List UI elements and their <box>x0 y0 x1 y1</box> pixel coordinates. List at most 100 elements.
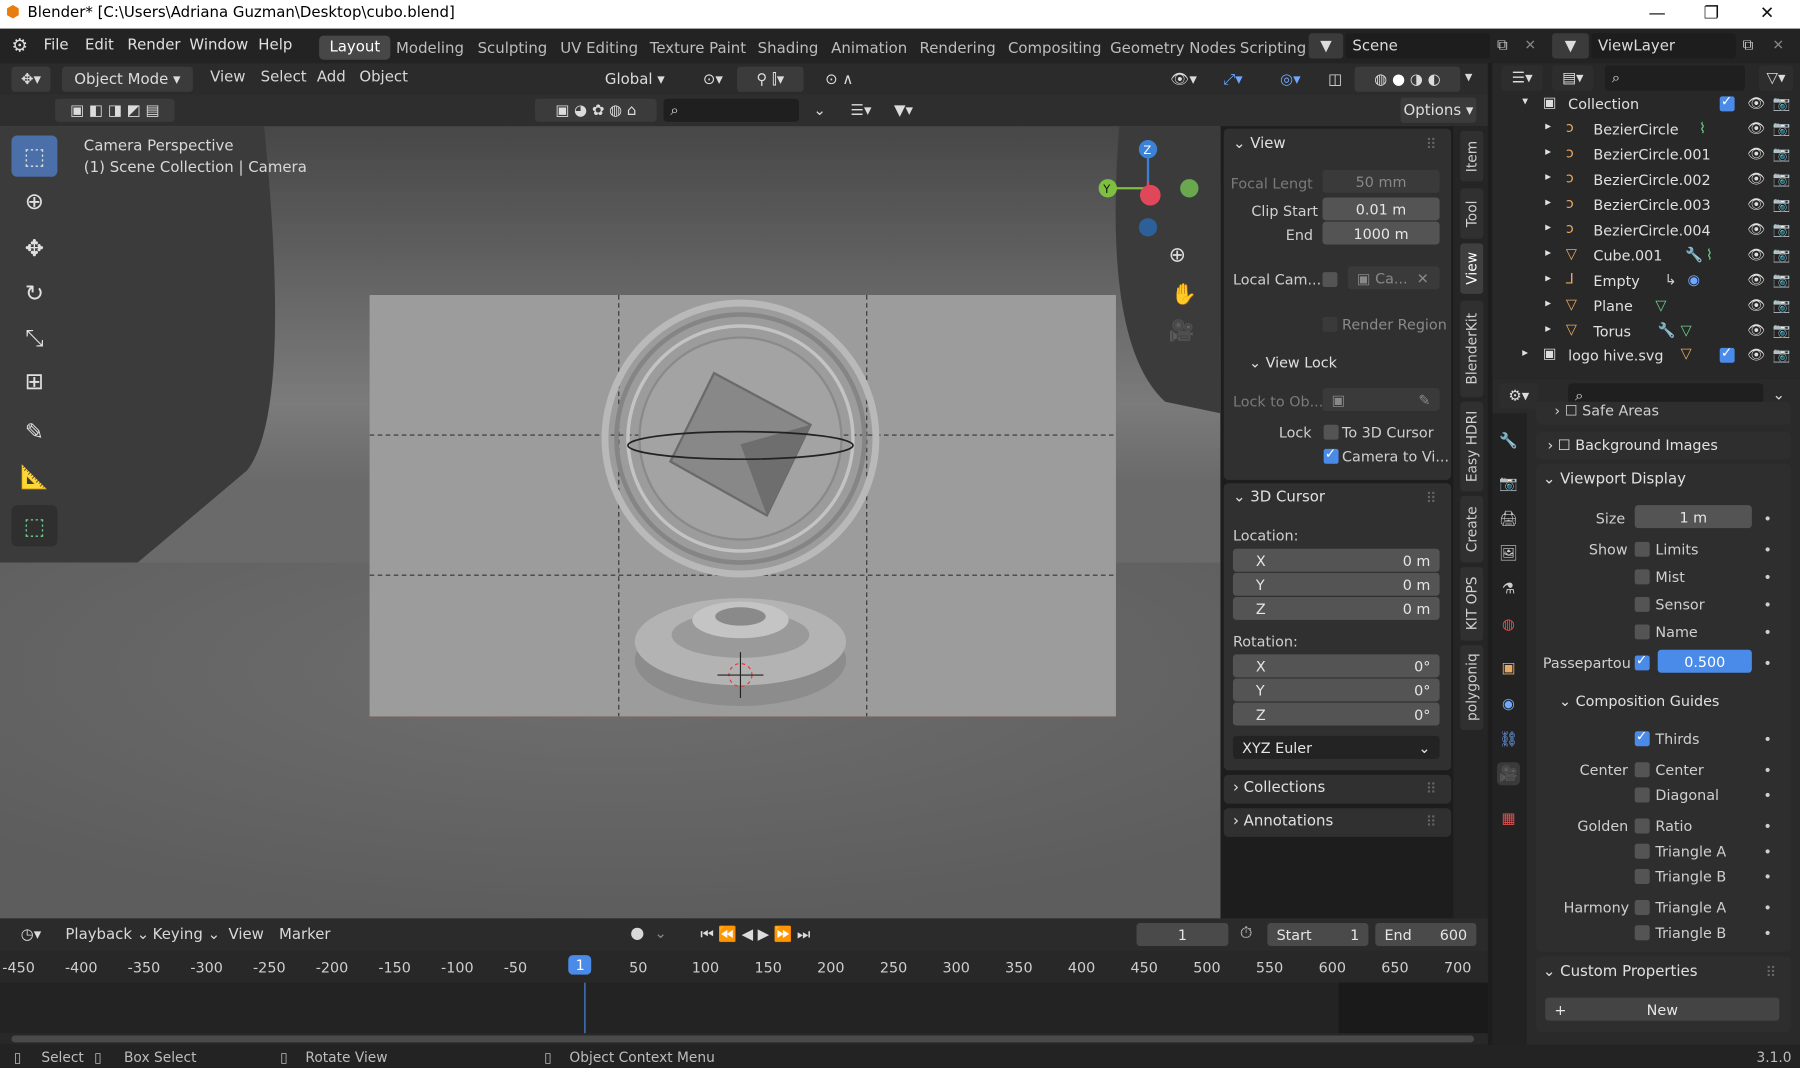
shading-options-chevron-icon[interactable]: ▾ <box>1465 69 1472 86</box>
menu-window[interactable]: Window <box>189 37 248 54</box>
outliner-item-beziercircle-001[interactable]: ▸ ↄ BezierCircle.001 👁 📷 <box>1492 142 1800 167</box>
keyframe-dot-icon[interactable]: • <box>1763 541 1771 558</box>
keyframe-dot-icon[interactable]: • <box>1763 568 1771 585</box>
texture-properties-icon[interactable]: ▦ <box>1497 807 1520 830</box>
menu-edit[interactable]: Edit <box>85 37 114 54</box>
tab-modeling[interactable]: Modeling <box>396 40 464 57</box>
tab-texture-paint[interactable]: Texture Paint <box>650 40 746 57</box>
thirds-checkbox[interactable] <box>1634 728 1650 747</box>
cursor-location-x-field[interactable]: X0 m <box>1232 548 1440 572</box>
annotations-panel-title[interactable]: › Annotations <box>1233 813 1333 830</box>
measure-tool-icon[interactable]: 📐 <box>11 456 57 497</box>
eye-icon[interactable]: 👁 <box>1747 271 1765 289</box>
end-frame-field[interactable]: End 600 <box>1375 922 1477 946</box>
outliner-item-plane[interactable]: ▸ ▽ Plane ▽ 👁 📷 <box>1492 294 1800 319</box>
new-scene-icon[interactable]: ⧉ <box>1497 37 1508 54</box>
local-camera-checkbox[interactable] <box>1322 272 1338 287</box>
timeline-menu-view[interactable]: View <box>228 926 263 943</box>
transform-orientation-dropdown[interactable]: Global ▾ <box>585 66 685 92</box>
passepartout-checkbox[interactable] <box>1634 652 1650 671</box>
collections-panel[interactable]: › Collections ⠿ <box>1223 774 1452 804</box>
options-dropdown[interactable]: Options ▾ <box>1400 97 1477 123</box>
timeline-menu-keying[interactable]: Keying ⌄ <box>153 926 220 943</box>
eye-icon[interactable]: 👁 <box>1747 170 1765 188</box>
viewlayer-selector-button[interactable]: ▼ <box>1552 33 1589 59</box>
solid-shading-icon[interactable]: ● <box>1392 71 1405 88</box>
cursor-rotation-y-field[interactable]: Y 0° <box>1232 678 1440 702</box>
filter-buttons[interactable]: ▣ ◕ ✿ ◍ ⌂ <box>534 98 657 122</box>
name-checkbox[interactable] <box>1634 624 1650 640</box>
render-properties-icon[interactable]: 📷 <box>1497 472 1520 495</box>
3d-viewport[interactable]: Camera Perspective (1) Scene Collection … <box>0 126 1221 919</box>
pan-view-hand-icon[interactable]: ✋ <box>1171 282 1197 306</box>
camera-view-icon[interactable]: 🎥 <box>1169 319 1195 343</box>
play-reverse-icon[interactable]: ◀ <box>742 926 758 943</box>
delete-scene-icon[interactable]: ✕ <box>1525 37 1537 53</box>
golden-triangle-a-checkbox[interactable] <box>1634 843 1650 859</box>
overlays-toggle-icon[interactable]: ◎▾ <box>1265 66 1316 92</box>
outliner-item-cube-001[interactable]: ▸ ▽ Cube.001 🔧 ⌇ 👁 📷 <box>1492 243 1800 268</box>
wireframe-shading-icon[interactable]: ◍ <box>1374 71 1387 88</box>
eye-icon[interactable]: 👁 <box>1747 321 1765 339</box>
blender-menu-icon[interactable]: ⚙ <box>11 34 27 56</box>
material-shading-icon[interactable]: ◑ <box>1410 71 1423 88</box>
shading-modes[interactable]: ◍ ● ◑ ◐ <box>1354 66 1461 92</box>
xray-toggle-icon[interactable]: ◫ <box>1322 66 1348 92</box>
tab-blenderkit[interactable]: BlenderKit <box>1460 300 1484 398</box>
transform-tool-icon[interactable]: ⊞ <box>11 360 57 401</box>
menu-select[interactable]: Select <box>261 69 307 86</box>
keyframe-dot-icon[interactable]: • <box>1763 623 1771 640</box>
timeline-menu-marker[interactable]: Marker <box>279 926 331 943</box>
keying-chevron-icon[interactable]: ⌄ <box>654 925 667 942</box>
display-mode-icon[interactable]: ☰▾ <box>842 98 880 122</box>
pivot-point-icon[interactable]: ⊙▾ <box>693 66 733 92</box>
menu-add[interactable]: Add <box>317 69 346 86</box>
keyframe-dot-icon[interactable]: • <box>1763 899 1771 916</box>
timeline-scrollbar[interactable] <box>11 1035 1475 1043</box>
properties-editor-type-icon[interactable]: ⚙▾ <box>1499 383 1539 409</box>
menu-object[interactable]: Object <box>359 69 408 86</box>
background-images-row[interactable]: › ☐ Background Images <box>1536 431 1791 460</box>
outliner-item-beziercircle-002[interactable]: ▸ ↄ BezierCircle.002 👁 📷 <box>1492 168 1800 193</box>
lock-to-object-field[interactable]: ▣ ✎ <box>1322 388 1440 411</box>
viewport-display-title[interactable]: ⌄ Viewport Display <box>1543 471 1686 488</box>
keyframe-dot-icon[interactable]: • <box>1763 924 1771 941</box>
zoom-view-icon[interactable]: ⊕ <box>1169 243 1186 267</box>
drag-handle-icon[interactable]: ⠿ <box>1426 489 1437 506</box>
timeline-editor-type-icon[interactable]: ◷▾ <box>11 922 51 946</box>
camera-render-icon[interactable]: 📷 <box>1773 246 1791 264</box>
keyframe-dot-icon[interactable]: • <box>1763 843 1771 860</box>
scale-tool-icon[interactable]: ⤡ <box>11 317 57 358</box>
tab-rendering[interactable]: Rendering <box>920 40 996 57</box>
camera-render-icon[interactable]: 📷 <box>1773 170 1791 188</box>
tool-properties-icon[interactable]: 🔧 <box>1497 429 1520 452</box>
mist-checkbox[interactable] <box>1634 569 1650 585</box>
cursor-tool-icon[interactable]: ⊕ <box>11 180 57 221</box>
outliner-item-torus[interactable]: ▸ ▽ Torus 🔧 ▽ 👁 📷 <box>1492 319 1800 344</box>
navigation-gizmo[interactable]: Z Y <box>1093 135 1208 250</box>
minimize-icon[interactable]: — <box>1649 2 1666 23</box>
eye-icon[interactable]: 👁 <box>1747 346 1765 364</box>
tab-view[interactable]: View <box>1460 243 1484 294</box>
camera-render-icon[interactable]: 📷 <box>1773 220 1791 238</box>
annotations-panel[interactable]: › Annotations ⠿ <box>1223 808 1452 837</box>
eye-icon[interactable]: 👁 <box>1747 220 1765 238</box>
focal-length-field[interactable]: 50 mm <box>1322 169 1440 193</box>
timeline-menu-playback[interactable]: Playback ⌄ <box>65 926 149 943</box>
tab-geometry-nodes[interactable]: Geometry Nodes <box>1110 40 1236 57</box>
jump-to-start-icon[interactable]: ⏮ <box>700 926 718 943</box>
sensor-checkbox[interactable] <box>1634 596 1650 612</box>
tab-uv-editing[interactable]: UV Editing <box>560 40 638 57</box>
visibility-icon[interactable]: 👁▾ <box>1164 66 1204 92</box>
selection-mode-buttons[interactable]: ▣ ◧ ◨ ◩ ▤ <box>55 98 175 122</box>
tab-kit-ops[interactable]: KIT OPS <box>1460 567 1484 641</box>
clip-end-field[interactable]: 1000 m <box>1322 221 1440 245</box>
outliner-item-beziercircle[interactable]: ▸ ↄ BezierCircle ⌇ 👁 📷 <box>1492 117 1800 142</box>
playback-controls[interactable]: ⏮ ⏪ ◀ ▶ ⏩ ⏭ <box>681 922 834 946</box>
scene-name-field[interactable]: Scene <box>1345 33 1491 59</box>
eye-icon[interactable]: 👁 <box>1747 246 1765 264</box>
outliner-item-collection[interactable]: ▾ ▣ Collection 👁 📷 <box>1492 92 1800 117</box>
golden-triangle-b-checkbox[interactable] <box>1634 869 1650 884</box>
camera-render-icon[interactable]: 📷 <box>1773 145 1791 163</box>
harmony-triangle-b-checkbox[interactable] <box>1634 925 1650 941</box>
